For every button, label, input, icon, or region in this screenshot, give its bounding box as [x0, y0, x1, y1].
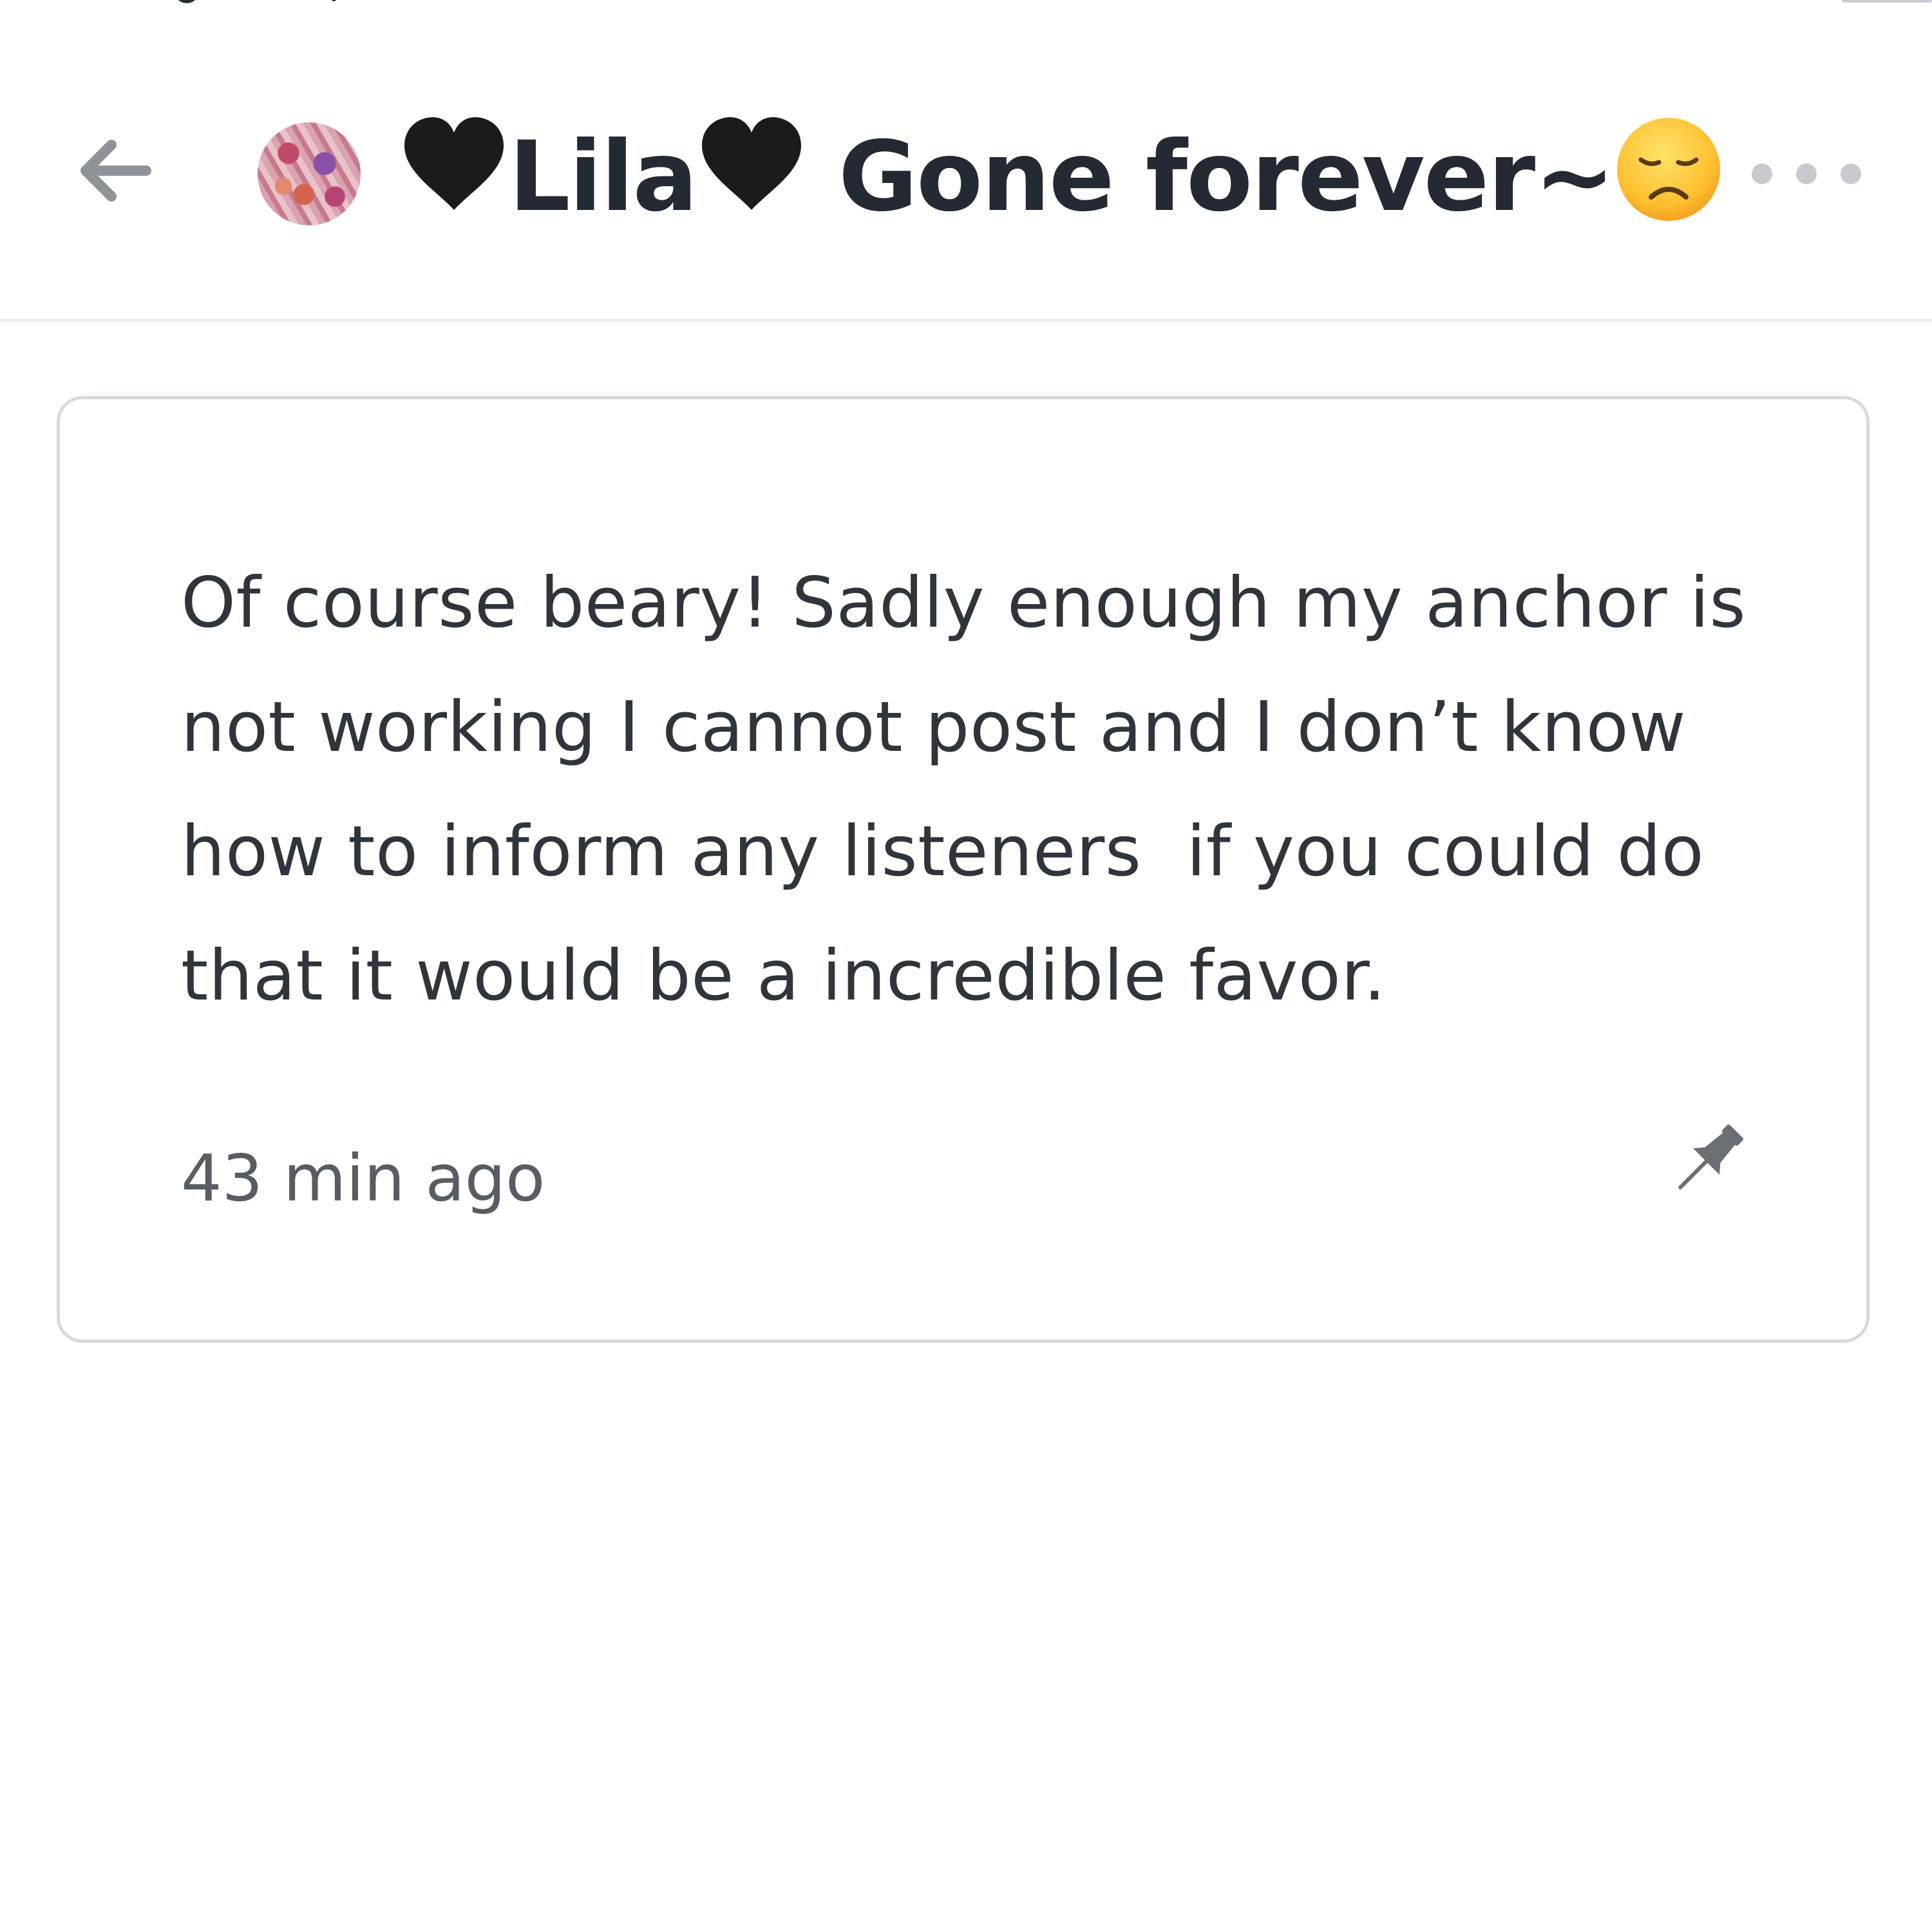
message-card: Of course beary! Sadly enough my anchor … — [57, 396, 1870, 1343]
more-dot — [1841, 164, 1861, 184]
conversation-title: Lila Gone forever~ — [399, 113, 1723, 242]
black-heart-icon — [701, 117, 801, 210]
message-timestamp: 43 min ago — [181, 1141, 545, 1216]
pin-icon — [1678, 1124, 1743, 1189]
more-dot — [1752, 164, 1772, 184]
back-button[interactable] — [71, 126, 161, 216]
more-dot — [1796, 164, 1817, 184]
arrow-left-icon — [80, 140, 151, 202]
disappointed-face-icon — [1616, 118, 1720, 221]
title-name: Lila — [509, 121, 698, 233]
message-text: Of course beary! Sadly enough my anchor … — [181, 563, 1768, 1016]
title-text: Gone forever~ — [806, 121, 1615, 233]
more-options-button[interactable] — [1752, 145, 1861, 203]
black-heart-icon — [404, 117, 504, 210]
conversation-header: Lila Gone forever~ — [0, 0, 1932, 322]
pin-button[interactable] — [1651, 1101, 1766, 1217]
avatar[interactable] — [258, 122, 361, 225]
conversation-screen: Lila Gone forever~ Of course beary! Sadl… — [0, 0, 1932, 1932]
